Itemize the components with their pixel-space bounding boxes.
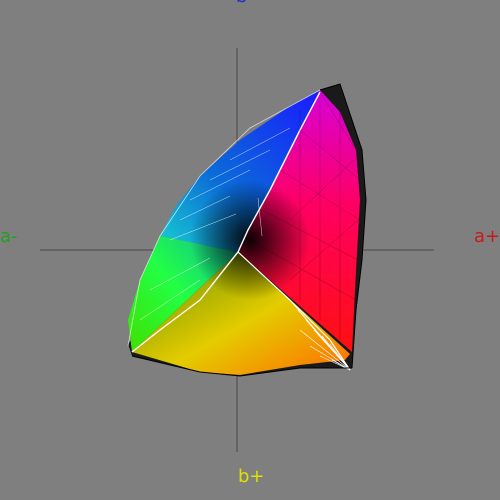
b-minus-label: b- (236, 0, 254, 6)
gamut-solid (127, 83, 367, 377)
b-plus-label: b+ (238, 466, 265, 487)
a-plus-label: a+ (474, 226, 500, 247)
a-minus-label: a- (0, 226, 18, 247)
gamut-plot (40, 48, 434, 452)
